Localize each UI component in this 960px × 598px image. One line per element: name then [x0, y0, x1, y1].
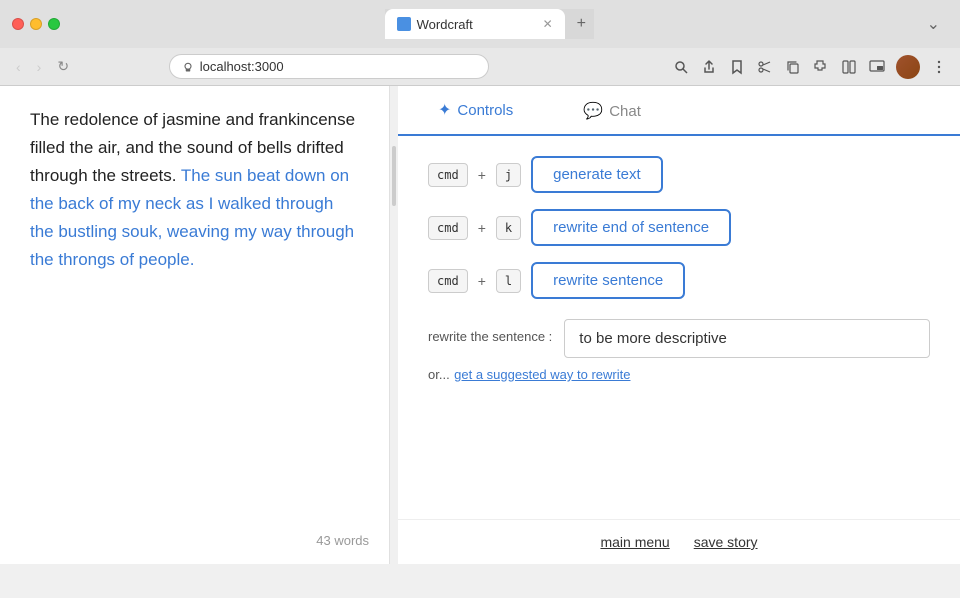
scissors-icon[interactable] — [756, 58, 774, 76]
new-tab-button[interactable]: + — [569, 9, 594, 39]
controls-tab-label: Controls — [457, 102, 513, 119]
rewrite-input[interactable] — [564, 319, 930, 358]
action-key-3: l — [496, 269, 521, 293]
tab-chat[interactable]: 💬 Chat — [563, 87, 661, 135]
controls-body: cmd + j generate text cmd + k rewrite en… — [398, 136, 960, 519]
controls-pane: ✦ Controls 💬 Chat cmd + j generate text … — [398, 86, 960, 564]
zoom-icon[interactable] — [672, 58, 690, 76]
sparkle-icon: ✦ — [438, 100, 451, 120]
save-story-link[interactable]: save story — [694, 534, 758, 550]
close-button[interactable] — [12, 18, 24, 30]
address-input-field[interactable]: localhost:3000 — [169, 54, 489, 79]
extension-icon[interactable] — [812, 58, 830, 76]
window-expand-button[interactable]: ⌄ — [919, 8, 948, 40]
pane-footer: main menu save story — [398, 519, 960, 564]
or-text: or... — [428, 367, 450, 382]
rewrite-label: rewrite the sentence : — [428, 319, 552, 344]
traffic-lights — [12, 18, 60, 30]
modifier-key-3: cmd — [428, 269, 468, 293]
rewrite-end-button[interactable]: rewrite end of sentence — [531, 209, 731, 246]
tab-close-button[interactable]: ✕ — [543, 17, 553, 31]
scrollbar[interactable] — [390, 86, 398, 564]
rewrite-or-row: or... get a suggested way to rewrite — [428, 366, 930, 384]
word-count: 43 words — [316, 533, 369, 548]
tab-title: Wordcraft — [417, 17, 537, 32]
browser-chrome: Wordcraft ✕ + ⌄ ‹ › ↻ localhost:3000 — [0, 0, 960, 86]
copy-icon[interactable] — [784, 58, 802, 76]
shortcut-row-generate: cmd + j generate text — [428, 156, 930, 193]
editor-text[interactable]: The redolence of jasmine and frankincens… — [30, 106, 359, 274]
lock-icon — [182, 61, 194, 73]
reader-icon[interactable] — [840, 58, 858, 76]
action-key-1: j — [496, 163, 521, 187]
maximize-button[interactable] — [48, 18, 60, 30]
plus-3: + — [478, 273, 486, 289]
url-text: localhost:3000 — [200, 59, 284, 74]
reload-button[interactable]: ↻ — [53, 56, 73, 77]
title-bar: Wordcraft ✕ + ⌄ — [0, 0, 960, 48]
more-options-button[interactable] — [930, 58, 948, 76]
back-button[interactable]: ‹ — [12, 57, 25, 77]
address-bar: ‹ › ↻ localhost:3000 — [0, 48, 960, 85]
scrollbar-thumb[interactable] — [392, 146, 396, 206]
pip-icon[interactable] — [868, 58, 886, 76]
modifier-key-2: cmd — [428, 216, 468, 240]
generate-text-button[interactable]: generate text — [531, 156, 663, 193]
bookmark-icon[interactable] — [728, 58, 746, 76]
tab-controls[interactable]: ✦ Controls — [418, 86, 533, 136]
shortcut-row-rewrite: cmd + l rewrite sentence — [428, 262, 930, 299]
suggested-rewrite-link[interactable]: get a suggested way to rewrite — [454, 367, 630, 382]
active-tab[interactable]: Wordcraft ✕ — [385, 9, 565, 39]
browser-toolbar — [672, 55, 948, 79]
chat-tab-label: Chat — [609, 103, 641, 120]
main-content: The redolence of jasmine and frankincens… — [0, 86, 960, 564]
minimize-button[interactable] — [30, 18, 42, 30]
forward-button[interactable]: › — [33, 57, 46, 77]
tab-bar: Wordcraft ✕ + — [385, 9, 594, 39]
profile-avatar[interactable] — [896, 55, 920, 79]
plus-2: + — [478, 220, 486, 236]
rewrite-sentence-button[interactable]: rewrite sentence — [531, 262, 685, 299]
modifier-key-1: cmd — [428, 163, 468, 187]
editor-pane: The redolence of jasmine and frankincens… — [0, 86, 390, 564]
pane-tab-bar: ✦ Controls 💬 Chat — [398, 86, 960, 136]
tab-favicon — [397, 17, 411, 31]
chat-icon: 💬 — [583, 101, 603, 121]
shortcut-row-rewrite-end: cmd + k rewrite end of sentence — [428, 209, 930, 246]
rewrite-section: rewrite the sentence : or... get a sugge… — [428, 319, 930, 384]
main-menu-link[interactable]: main menu — [600, 534, 669, 550]
action-key-2: k — [496, 216, 521, 240]
plus-1: + — [478, 167, 486, 183]
rewrite-label-row: rewrite the sentence : — [428, 319, 930, 358]
share-icon[interactable] — [700, 58, 718, 76]
